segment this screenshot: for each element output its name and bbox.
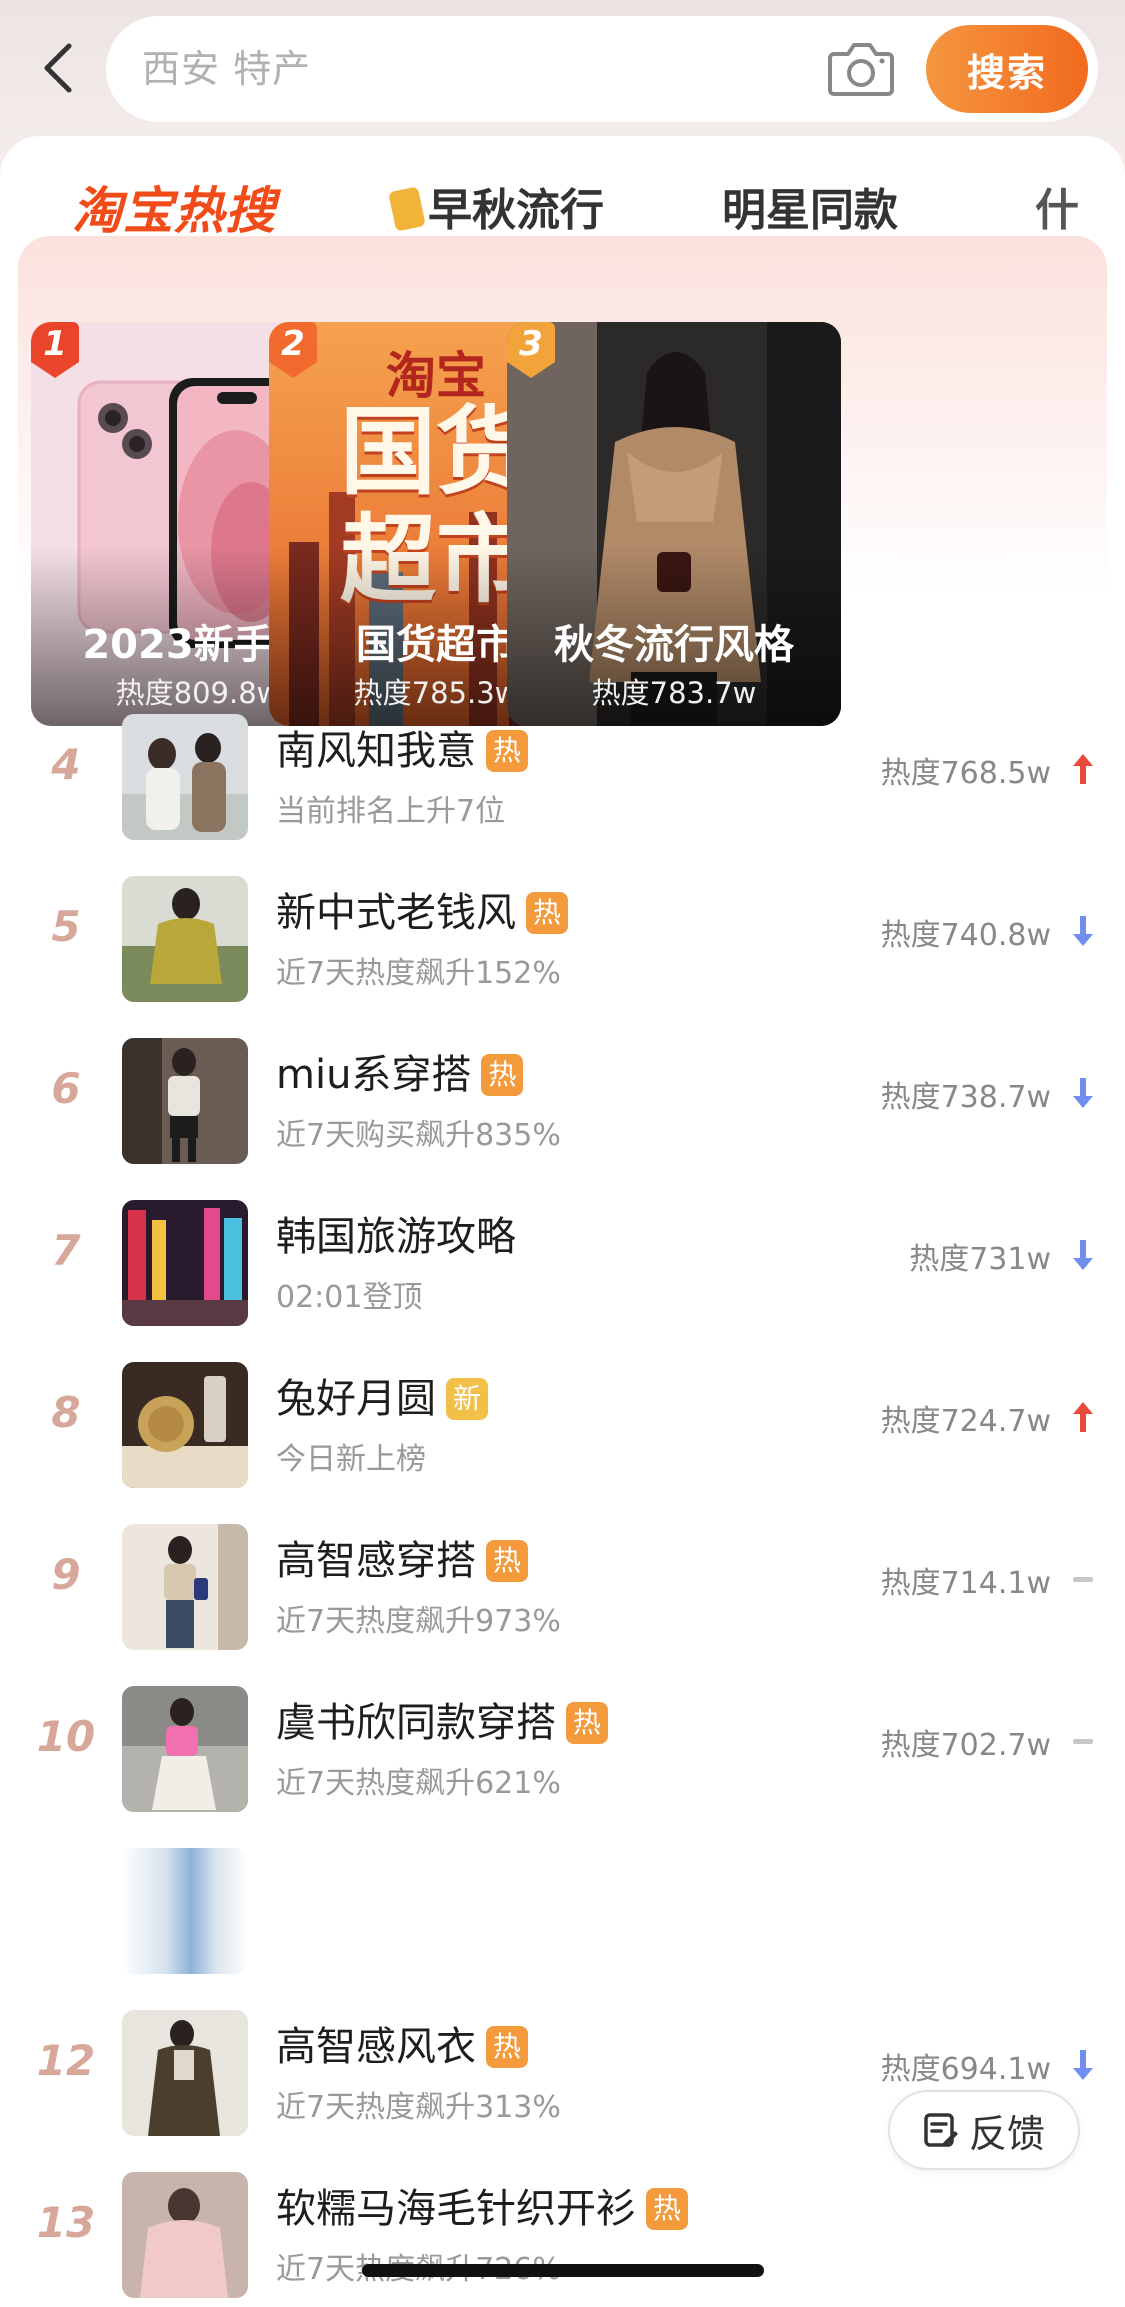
search-box[interactable]: 西安 特产 搜索 <box>106 16 1098 122</box>
top-card-3[interactable]: 秋冬流行风格 热度783.7w 3 <box>507 322 841 726</box>
item-subtitle: 近7天热度飙升621% <box>276 1766 561 1801</box>
item-subtitle: 近7天热度飙升313% <box>276 2090 561 2125</box>
arrow-up-icon <box>1073 1402 1093 1432</box>
item-subtitle: 近7天购买飙升835% <box>276 1118 561 1153</box>
new-tag: 新 <box>446 1378 488 1420</box>
item-subtitle: 近7天热度飙升152% <box>276 956 561 991</box>
hot-tag: 热 <box>646 2188 688 2230</box>
rank-number: 8 <box>51 1388 81 1437</box>
item-subtitle: 近7天热度飙升973% <box>276 1604 561 1639</box>
rank-number: 5 <box>51 902 81 951</box>
feedback-label: 反馈 <box>968 2111 1045 2156</box>
rank-flag-number: 2 <box>281 324 305 364</box>
edit-note-icon <box>924 2113 958 2147</box>
hot-tag: 热 <box>486 1540 528 1582</box>
arrow-down-icon <box>1073 2050 1093 2080</box>
item-title: 软糯马海毛针织开衫热 <box>276 2176 688 2234</box>
item-thumbnail <box>122 1362 248 1488</box>
item-thumbnail <box>122 2172 248 2298</box>
item-heat: 热度731w <box>909 1242 1051 1277</box>
search-input[interactable]: 西安 特产 <box>142 16 311 122</box>
hot-tag: 热 <box>566 1702 608 1744</box>
flat-trend-icon <box>1073 1577 1093 1582</box>
item-thumbnail <box>122 1038 248 1164</box>
list-item[interactable]: 8 兔好月圆新 今日新上榜 热度724.7w <box>0 1344 1125 1506</box>
rank-number: 13 <box>36 2198 96 2247</box>
list-item[interactable]: 7 韩国旅游攻略 02:01登顶 热度731w <box>0 1182 1125 1344</box>
item-subtitle: 当前排名上升7位 <box>276 794 506 829</box>
item-thumbnail <box>122 1200 248 1326</box>
rank-number: 12 <box>36 2036 96 2085</box>
rank-flag-number: 1 <box>43 324 67 364</box>
item-heat: 热度724.7w <box>880 1404 1051 1439</box>
flat-trend-icon <box>1073 1739 1093 1744</box>
item-title: 高智感风衣热 <box>276 2014 528 2072</box>
item-thumbnail <box>122 1524 248 1650</box>
list-item-loading[interactable] <box>0 1830 1125 1992</box>
tab-early-autumn-label: 早秋流行 <box>428 185 604 236</box>
arrow-down-icon <box>1073 1240 1093 1270</box>
top-search-bar: 西安 特产 搜索 <box>0 0 1125 140</box>
feedback-button[interactable]: 反馈 <box>888 2090 1080 2170</box>
item-thumbnail <box>122 1686 248 1812</box>
item-subtitle: 02:01登顶 <box>276 1280 423 1315</box>
rank-number: 4 <box>51 740 81 789</box>
list-item[interactable]: 5 新中式老钱风热 近7天热度飙升152% 热度740.8w <box>0 858 1125 1020</box>
search-button[interactable]: 搜索 <box>926 25 1088 113</box>
list-item[interactable]: 4 南风知我意热 当前排名上升7位 热度768.5w <box>0 696 1125 858</box>
year-badge-icon <box>388 186 426 232</box>
item-title: 高智感穿搭热 <box>276 1528 528 1586</box>
item-title: miu系穿搭热 <box>276 1042 524 1100</box>
item-title: 韩国旅游攻略 <box>276 1214 516 1260</box>
arrow-down-icon <box>1073 916 1093 946</box>
list-item[interactable]: 13 软糯马海毛针织开衫热 近7天热度飙升726% <box>0 2154 1125 2307</box>
item-thumbnail <box>122 1848 248 1974</box>
hot-tag: 热 <box>526 892 568 934</box>
rank-number: 9 <box>51 1550 81 1599</box>
hot-tag: 热 <box>486 730 528 772</box>
item-heat: 热度738.7w <box>880 1080 1051 1115</box>
item-thumbnail <box>122 714 248 840</box>
item-heat: 热度768.5w <box>880 756 1051 791</box>
rank-number: 10 <box>36 1712 96 1761</box>
back-button[interactable] <box>36 40 80 96</box>
arrow-down-icon <box>1073 1078 1093 1108</box>
top3-row: 2023新手机 热度809.8w 1 淘宝 国货 国货超市 热度785.3w 2… <box>31 322 1091 726</box>
item-title: 新中式老钱风热 <box>276 880 568 938</box>
rank-number: 6 <box>51 1064 81 1113</box>
item-heat: 热度702.7w <box>880 1728 1051 1763</box>
item-subtitle: 今日新上榜 <box>276 1442 426 1477</box>
item-title: 虞书欣同款穿搭热 <box>276 1690 608 1748</box>
item-thumbnail <box>122 876 248 1002</box>
camera-icon[interactable] <box>828 38 894 98</box>
chevron-left-icon <box>44 43 72 93</box>
home-indicator[interactable] <box>362 2264 764 2277</box>
hot-tag: 热 <box>481 1054 524 1096</box>
item-heat: 热度714.1w <box>880 1566 1051 1601</box>
rank-flag-number: 3 <box>519 324 543 364</box>
item-heat: 热度740.8w <box>880 918 1051 953</box>
top-card-title: 秋冬流行风格 <box>554 622 794 668</box>
list-item[interactable]: 9 高智感穿搭热 近7天热度飙升973% 热度714.1w <box>0 1506 1125 1668</box>
item-heat: 热度694.1w <box>880 2052 1051 2087</box>
item-thumbnail <box>122 2010 248 2136</box>
rank-number: 7 <box>51 1226 81 1275</box>
list-item[interactable]: 6 miu系穿搭热 近7天购买飙升835% 热度738.7w <box>0 1020 1125 1182</box>
item-title: 兔好月圆新 <box>276 1366 488 1424</box>
arrow-up-icon <box>1073 754 1093 784</box>
hot-tag: 热 <box>486 2026 528 2068</box>
item-title: 南风知我意热 <box>276 718 528 776</box>
list-item[interactable]: 10 虞书欣同款穿搭热 近7天热度飙升621% 热度702.7w <box>0 1668 1125 1830</box>
